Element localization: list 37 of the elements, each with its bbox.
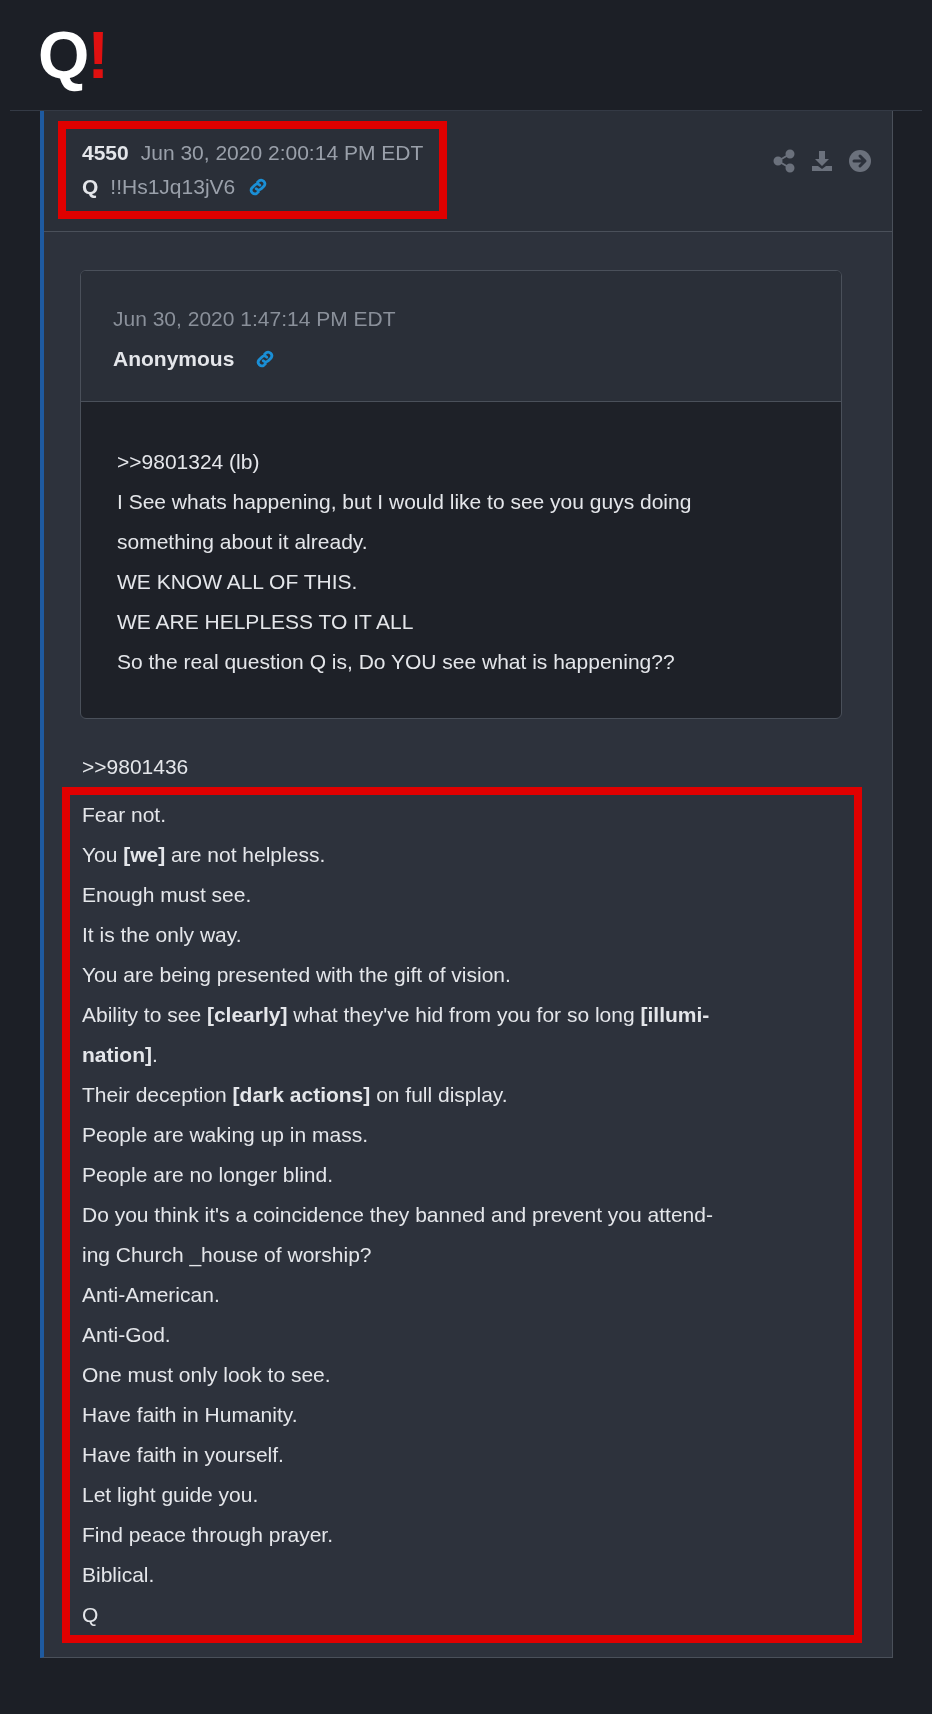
post-date: Jun 30, 2020 2:00:14 PM EDT: [140, 141, 424, 165]
post-number: 4550: [82, 141, 129, 165]
post-text-line: People are waking up in mass.: [82, 1122, 369, 1148]
post-text-line: Find peace through prayer.: [82, 1522, 334, 1548]
post-text-line: nation].: [82, 1042, 159, 1068]
post-text-line: Anti-God.: [82, 1322, 172, 1348]
post-text-line: It is the only way.: [82, 922, 243, 948]
arrow-right-icon[interactable]: [848, 149, 872, 173]
post-text-line: Fear not.: [82, 802, 168, 828]
quote-date: Jun 30, 2020 1:47:14 PM EDT: [113, 307, 397, 331]
post-text-line: Q: [82, 1602, 100, 1628]
post-text-line: Anti-American.: [82, 1282, 221, 1308]
post-text-line: Their deception [dark actions] on full display.: [82, 1082, 509, 1108]
post-text-line: Ability to see [clearly] what they've hid from you for so long [illumi-: [82, 1002, 711, 1028]
reply-reference: >>9801436: [81, 754, 190, 780]
quote-text-line: So the real question Q is, Do YOU see what is happening??: [117, 649, 676, 675]
tripcode: !!Hs1Jq13jV6: [110, 175, 236, 199]
quote-text-line: WE KNOW ALL OF THIS.: [117, 569, 359, 595]
download-icon[interactable]: [810, 149, 834, 173]
post-text-line: Enough must see.: [82, 882, 253, 908]
post-text-line: Biblical.: [82, 1562, 156, 1588]
share-icon[interactable]: [772, 149, 796, 173]
author-name: Q: [82, 175, 99, 199]
post-text-line: People are no longer blind.: [82, 1162, 334, 1188]
post-text-line: Let light guide you.: [82, 1482, 260, 1508]
quote-text-line: something about it already.: [117, 529, 369, 555]
post-text-line: You [we] are not helpless.: [82, 842, 327, 868]
post-text-line: Have faith in yourself.: [82, 1442, 285, 1468]
post-text-line: Do you think it's a coincidence they banned and prevent you attend-: [82, 1202, 714, 1228]
author-name: Anonymous: [113, 347, 235, 371]
quote-text-line: WE ARE HELPLESS TO IT ALL: [117, 609, 415, 635]
post-text-line: One must only look to see.: [82, 1362, 332, 1388]
post-text-line: Have faith in Humanity.: [82, 1402, 299, 1428]
quote-text-line: >>9801324 (lb): [117, 449, 261, 475]
quote-text-line: I See whats happening, but I would like to see you guys doing: [117, 489, 693, 515]
post-text-line: ing Church _house of worship?: [82, 1242, 373, 1269]
post-text-line: You are being presented with the gift of vision.: [82, 962, 512, 988]
